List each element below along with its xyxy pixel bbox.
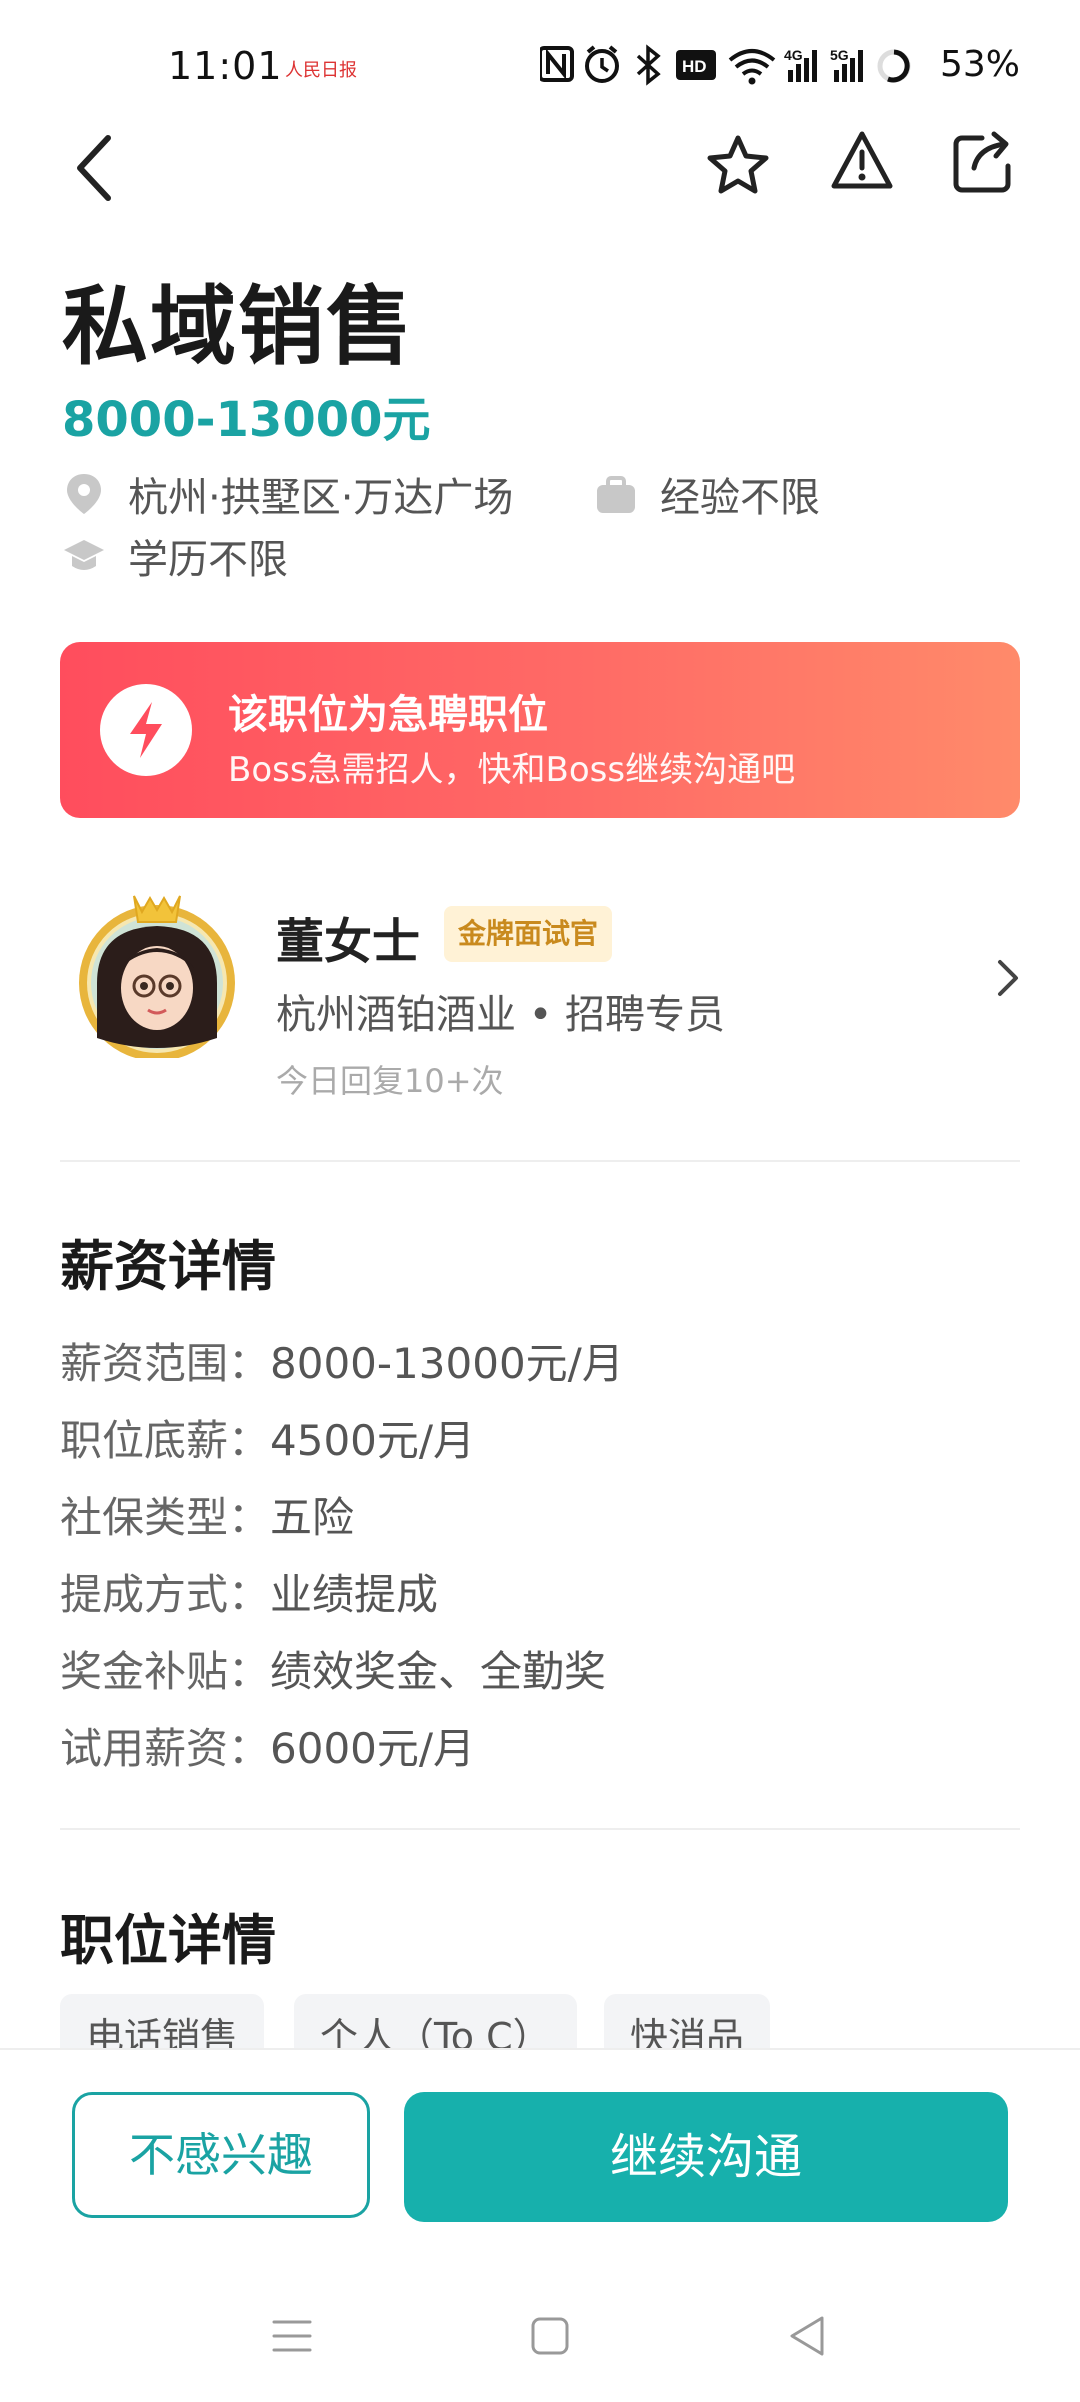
share-icon[interactable] (948, 128, 1016, 196)
salary-detail-row: 试用薪资：6000元/月 (60, 1715, 475, 1776)
divider (60, 1828, 1020, 1830)
bluetooth-icon (636, 44, 661, 86)
salary-detail-row: 职位底薪：4500元/月 (60, 1407, 475, 1468)
job-tag: 电话销售 (60, 1994, 265, 2048)
detail-label: 社保类型： (60, 1493, 271, 1542)
svg-text:5G: 5G (830, 47, 849, 63)
divider (60, 1160, 1020, 1162)
detail-label: 奖金补贴： (60, 1647, 271, 1696)
hd-voice-icon: HD (676, 50, 716, 80)
salary-detail-row: 提成方式：业绩提成 (60, 1561, 438, 1622)
detail-label: 职位底薪： (60, 1416, 271, 1465)
detail-value: 8000-13000元/月 (270, 1339, 624, 1388)
chevron-right-icon[interactable] (994, 956, 1022, 1000)
briefcase-icon (597, 476, 635, 513)
job-experience: 经验不限 (660, 475, 820, 521)
job-salary: 8000-13000元 (62, 392, 431, 448)
job-tags: 电话销售 个人（To C） 快消品 (0, 1994, 1080, 2048)
recruiter-company-role: 杭州酒铂酒业 • 招聘专员 (276, 992, 726, 1038)
detail-value: 五险 (270, 1493, 355, 1542)
job-tag: 个人（To C） (294, 1994, 577, 2048)
job-education-row: 学历不限 (62, 526, 288, 586)
graduation-cap-icon (64, 540, 104, 570)
svg-text:HD: HD (682, 57, 707, 76)
job-tag: 快消品 (604, 1994, 771, 2048)
urgent-icon-wrap (100, 684, 192, 776)
salary-details-heading: 薪资详情 (60, 1235, 276, 1298)
app-notification-logo: 人民日报 (285, 60, 357, 81)
urgent-subtitle: Boss急需招人，快和Boss继续沟通吧 (228, 750, 796, 790)
back-icon[interactable] (64, 128, 128, 208)
detail-value: 绩效奖金、全勤奖 (270, 1647, 607, 1696)
gold-interviewer-badge: 金牌面试官 (444, 906, 613, 962)
detail-label: 薪资范围： (60, 1339, 271, 1388)
signal-5g-icon: 5G (830, 47, 863, 82)
status-time: 11:01 (168, 44, 283, 88)
menu-icon[interactable] (262, 2306, 322, 2366)
battery-icon (877, 49, 911, 83)
alarm-icon (585, 45, 619, 83)
job-title: 私域销售 (62, 277, 414, 377)
job-education: 学历不限 (128, 537, 288, 583)
home-icon[interactable] (520, 2306, 580, 2366)
detail-value: 业绩提成 (270, 1570, 439, 1619)
not-interested-button[interactable]: 不感兴趣 (72, 2092, 370, 2218)
signal-4g-icon: 4G (784, 47, 817, 82)
detail-value: 4500元/月 (270, 1416, 476, 1465)
location-pin-icon (67, 474, 101, 514)
urgent-title: 该职位为急聘职位 (228, 692, 548, 738)
recruiter-name: 董女士 (276, 914, 421, 970)
detail-label: 提成方式： (60, 1570, 271, 1619)
favorite-star-icon[interactable] (704, 132, 772, 200)
detail-label: 试用薪资： (60, 1724, 271, 1773)
job-experience-row: 经验不限 (594, 464, 820, 524)
wifi-icon (728, 49, 776, 85)
job-details-heading: 职位详情 (60, 1909, 276, 1972)
recruiter-avatar (79, 895, 235, 1058)
svg-text:4G: 4G (784, 47, 803, 63)
salary-detail-row: 奖金补贴：绩效奖金、全勤奖 (60, 1638, 606, 1699)
detail-value: 6000元/月 (270, 1724, 476, 1773)
job-location-row: 杭州·拱墅区·万达广场 (62, 464, 513, 524)
job-location: 杭州·拱墅区·万达广场 (128, 475, 514, 521)
salary-detail-row: 薪资范围：8000-13000元/月 (60, 1330, 624, 1391)
urgent-hiring-banner[interactable]: 该职位为急聘职位 Boss急需招人，快和Boss继续沟通吧 (60, 642, 1020, 818)
status-bar: 11:01 人民日报 HD 4G 5G 53% (0, 0, 1080, 120)
nfc-icon (540, 46, 574, 82)
lightning-icon (130, 702, 162, 758)
salary-detail-row: 社保类型：五险 (60, 1484, 354, 1545)
continue-chat-button[interactable]: 继续沟通 (404, 2092, 1008, 2222)
recruiter-reply-stats: 今日回复10+次 (276, 1062, 504, 1100)
battery-percent: 53% (940, 44, 1021, 85)
back-nav-icon[interactable] (778, 2306, 838, 2366)
report-alert-icon[interactable] (828, 128, 896, 196)
